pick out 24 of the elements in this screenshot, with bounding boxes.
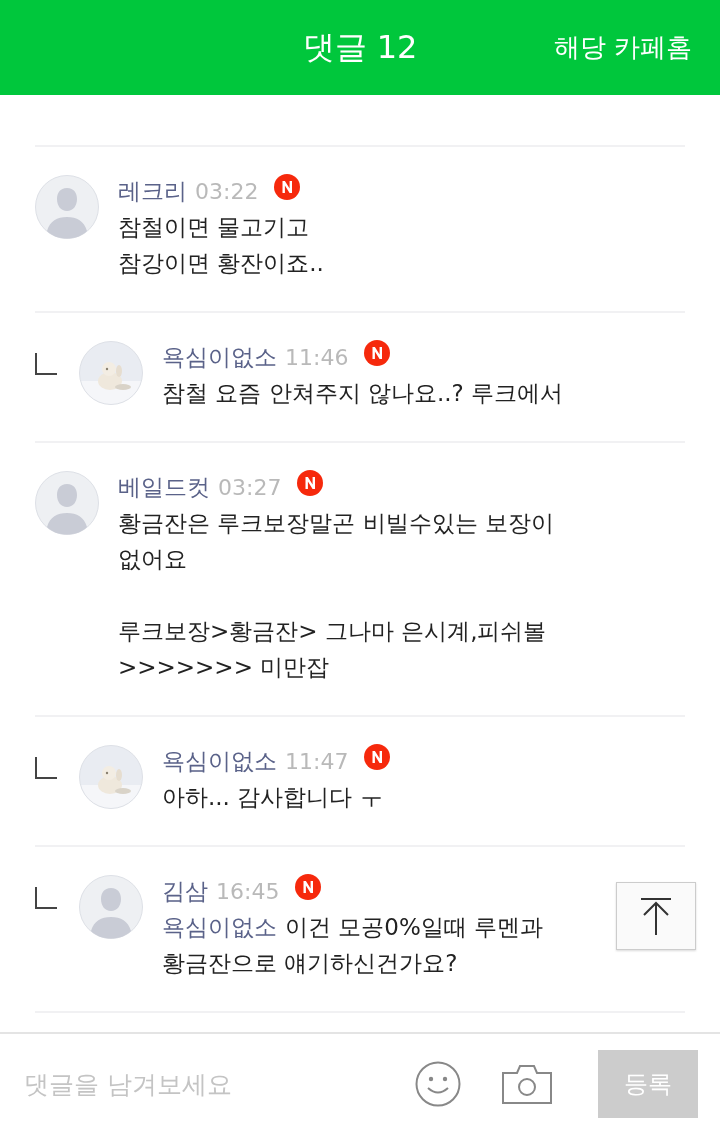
comment-text: 욕심이없소 이건 모공0%일때 루멘과 황금잔으로 얘기하신건가요? bbox=[162, 913, 545, 978]
comment-text: 아하... 감사합니다 ㅜ bbox=[162, 783, 384, 812]
comment-time: 03:22 bbox=[195, 178, 259, 204]
comment-time: 11:47 bbox=[285, 748, 349, 774]
author-name[interactable]: 김삼 bbox=[162, 875, 208, 907]
author-name[interactable]: 레크리 bbox=[118, 175, 187, 207]
comment-text: 황금잔은 루크보장말곤 비빌수있는 보장이 없어요 루크보장>황금잔> 그나마 은시계,피쉬볼 >>>>>>> 미만잡 bbox=[118, 509, 555, 682]
smiley-icon[interactable] bbox=[414, 1060, 462, 1108]
comment-text: 참철 요즘 안쳐주지 않나요..? 루크에서 bbox=[162, 379, 565, 408]
reply-indicator-icon bbox=[35, 353, 57, 375]
comment-time: 16:45 bbox=[216, 878, 280, 904]
author-name[interactable]: 욕심이없소 bbox=[162, 745, 277, 777]
comment-time: 03:27 bbox=[218, 474, 282, 500]
comment-time: 11:46 bbox=[285, 344, 349, 370]
camera-icon[interactable] bbox=[502, 1064, 552, 1104]
mention-link[interactable]: 욕심이없소 bbox=[162, 914, 277, 940]
author-name[interactable]: 욕심이없소 bbox=[162, 341, 277, 373]
scroll-to-top-button[interactable] bbox=[616, 882, 696, 950]
page-title: 댓글 12 bbox=[302, 26, 418, 68]
comment-text: 참철이면 물고기고 참강이면 황잔이죠.. bbox=[118, 213, 325, 278]
arrow-up-icon bbox=[639, 896, 673, 936]
reply-indicator-icon bbox=[35, 757, 57, 779]
author-name[interactable]: 베일드컷 bbox=[118, 471, 210, 503]
reply-indicator-icon bbox=[35, 887, 57, 909]
